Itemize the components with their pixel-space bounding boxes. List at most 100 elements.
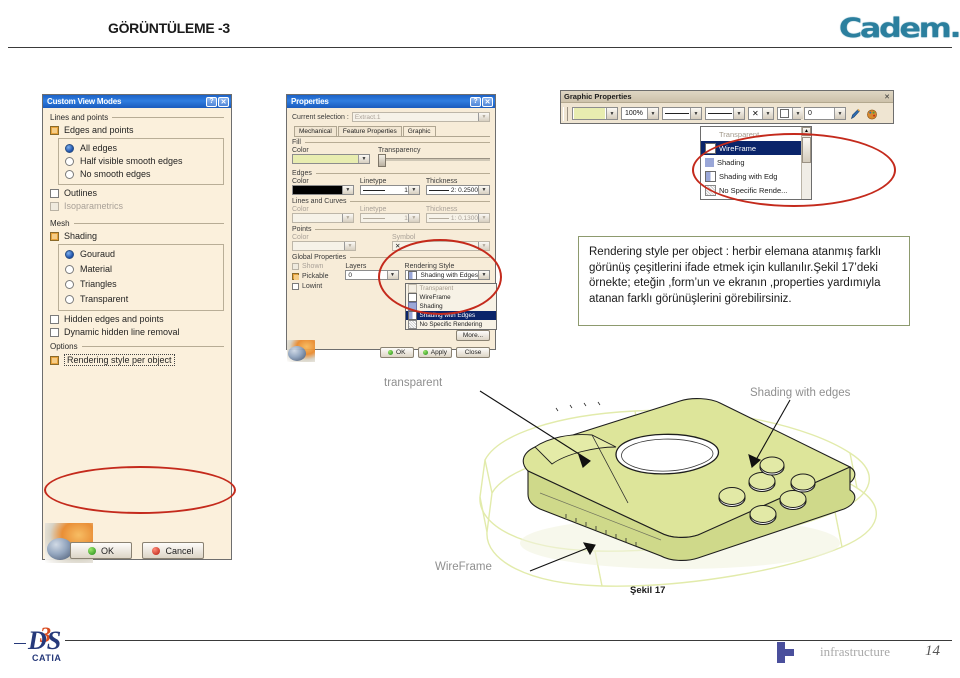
radio-no-smooth-edges[interactable]: No smooth edges xyxy=(65,169,217,179)
chevron-down-icon[interactable]: ▼ xyxy=(386,271,398,279)
radio-icon[interactable] xyxy=(65,169,74,179)
close-icon[interactable]: ✕ xyxy=(218,96,229,107)
checkbox-icon[interactable] xyxy=(50,231,59,241)
radio-icon[interactable] xyxy=(65,156,74,166)
ok-button[interactable]: OK xyxy=(379,347,414,358)
custom-view-titlebar: Custom View Modes ? ✕ xyxy=(43,95,231,108)
checkbox-rendering-style-per-object[interactable]: Rendering style per object xyxy=(50,354,224,366)
toolbar-linetype-combo[interactable]: ▼ xyxy=(662,107,702,120)
scrollbar-thumb[interactable] xyxy=(802,137,811,163)
more-button[interactable]: More... xyxy=(456,330,490,341)
group-fill: Fill xyxy=(292,139,490,146)
edges-linetype-combo[interactable]: 1 ▼ xyxy=(359,185,420,195)
toolbar-linewidth-combo[interactable]: ▼ xyxy=(705,107,745,120)
radio-triangles[interactable]: Triangles xyxy=(65,279,217,289)
chevron-down-icon[interactable]: ▼ xyxy=(478,271,489,279)
dropdown-scrollbar[interactable]: ▲ xyxy=(801,127,811,199)
chevron-down-icon[interactable]: ▼ xyxy=(834,108,845,119)
chevron-down-icon[interactable]: ▼ xyxy=(478,186,489,194)
radio-icon[interactable] xyxy=(65,264,74,274)
tab-mechanical[interactable]: Mechanical xyxy=(294,126,337,136)
gp-dropdown-item-shading-with-edges[interactable]: Shading with Edg xyxy=(701,169,811,183)
radio-icon[interactable] xyxy=(65,143,74,153)
gp-dropdown-item-no-specific-rendering[interactable]: No Specific Rende... xyxy=(701,183,811,197)
chevron-down-icon[interactable]: ▼ xyxy=(762,108,773,119)
checkbox-icon[interactable] xyxy=(292,273,299,280)
ok-button[interactable]: OK xyxy=(70,542,132,559)
radio-gouraud[interactable]: Gouraud xyxy=(65,249,217,259)
transparency-slider[interactable] xyxy=(378,154,490,167)
checkbox-icon[interactable] xyxy=(292,283,299,290)
dropdown-item-transparent[interactable]: Transparent xyxy=(406,284,496,293)
checkbox-shading[interactable]: Shading xyxy=(50,231,224,241)
chevron-down-icon[interactable]: ▼ xyxy=(341,186,353,194)
checkbox-icon[interactable] xyxy=(50,125,59,135)
toolbar-rendering-style-combo[interactable]: ▼ xyxy=(777,107,803,120)
gp-dropdown-item-transparent[interactable]: Transparent xyxy=(701,127,811,141)
palette-icon[interactable] xyxy=(865,107,878,120)
radio-all-edges[interactable]: All edges xyxy=(65,143,217,153)
tab-feature-properties[interactable]: Feature Properties xyxy=(337,126,402,136)
dropdown-item-shading[interactable]: Shading xyxy=(406,302,496,311)
help-icon[interactable]: ? xyxy=(470,96,481,107)
chevron-down-icon[interactable]: ▼ xyxy=(478,113,489,121)
toolbar-color-combo[interactable]: ▼ xyxy=(572,107,618,120)
edges-thickness-combo[interactable]: 2: 0.2500 ▼ xyxy=(425,185,490,195)
checkbox-lowint[interactable]: Lowint xyxy=(292,283,339,290)
rendering-style-dropdown-list[interactable]: Transparent WireFrame Shading Shading wi… xyxy=(404,283,497,330)
checkbox-icon[interactable] xyxy=(50,188,59,198)
chevron-down-icon[interactable]: ▼ xyxy=(358,155,369,163)
gp-dropdown-item-wireframe[interactable]: WireFrame xyxy=(701,141,811,155)
toolbar-layer-combo[interactable]: 0 ▼ xyxy=(804,107,846,120)
edges-color-combo[interactable]: ▼ xyxy=(292,185,354,195)
chevron-down-icon[interactable]: ▼ xyxy=(690,108,701,119)
toolbar-transparency-combo[interactable]: 100% ▼ xyxy=(621,107,659,120)
checkbox-dynamic-hidden-line-removal[interactable]: Dynamic hidden line removal xyxy=(50,327,224,337)
checkbox-icon[interactable] xyxy=(50,314,59,324)
gp-dropdown-item-shading[interactable]: Shading xyxy=(701,155,811,169)
slider-track[interactable] xyxy=(386,158,490,161)
dropdown-item-shading-with-edges[interactable]: Shading with Edges xyxy=(405,311,496,320)
close-button-label: Close xyxy=(464,349,482,356)
toolbar-symbol-combo[interactable]: ✕ ▼ xyxy=(748,107,774,120)
ok-button-label: OK xyxy=(100,545,114,556)
close-button[interactable]: Close xyxy=(456,347,490,358)
chevron-down-icon[interactable]: ▼ xyxy=(792,108,803,119)
radio-icon[interactable] xyxy=(65,294,74,304)
checkbox-hidden-edges-and-points[interactable]: Hidden edges and points xyxy=(50,314,224,324)
chevron-down-icon: ▼ xyxy=(344,242,355,250)
paintbrush-icon[interactable] xyxy=(849,107,862,120)
checkbox-icon[interactable] xyxy=(50,327,59,337)
cancel-button[interactable]: Cancel xyxy=(142,542,204,559)
scroll-up-icon[interactable]: ▲ xyxy=(802,127,811,136)
fill-color-combo[interactable]: ▼ xyxy=(292,154,370,164)
chevron-down-icon[interactable]: ▼ xyxy=(733,108,744,119)
chevron-down-icon[interactable]: ▼ xyxy=(407,186,419,194)
close-icon[interactable]: ✕ xyxy=(884,93,890,101)
current-selection-combo[interactable]: Extract.1 ▼ xyxy=(351,112,490,122)
slider-thumb[interactable] xyxy=(378,154,386,167)
apply-button[interactable]: Apply xyxy=(417,347,452,358)
checkbox-pickable[interactable]: Pickable xyxy=(292,273,339,280)
tab-graphic[interactable]: Graphic xyxy=(402,126,436,136)
dropdown-item-no-specific-rendering[interactable]: No Specific Rendering xyxy=(406,320,496,329)
toolbar-grip-handle[interactable] xyxy=(563,106,568,121)
chevron-down-icon[interactable]: ▼ xyxy=(606,108,617,119)
chevron-down-icon[interactable]: ▼ xyxy=(647,108,658,119)
dropdown-item-wireframe[interactable]: WireFrame xyxy=(406,293,496,302)
checkbox-icon[interactable] xyxy=(50,355,59,365)
close-icon[interactable]: ✕ xyxy=(482,96,493,107)
help-icon[interactable]: ? xyxy=(206,96,217,107)
radio-icon[interactable] xyxy=(65,249,74,259)
rendering-style-combo[interactable]: Shading with Edges ▼ xyxy=(404,270,490,280)
checkbox-edges-and-points[interactable]: Edges and points xyxy=(50,125,224,135)
radio-half-visible-smooth-edges[interactable]: Half visible smooth edges xyxy=(65,156,217,166)
lc-color-label: Color xyxy=(292,206,309,213)
radio-transparent[interactable]: Transparent xyxy=(65,294,217,304)
radio-icon[interactable] xyxy=(65,279,74,289)
checkbox-outlines[interactable]: Outlines xyxy=(50,188,224,198)
points-symbol-combo: ✕ ▼ xyxy=(392,241,490,251)
radio-material[interactable]: Material xyxy=(65,264,217,274)
layers-combo[interactable]: 0 ▼ xyxy=(345,270,399,280)
graphic-rendering-style-dropdown[interactable]: ▲ Transparent WireFrame Shading Shading … xyxy=(700,126,812,200)
